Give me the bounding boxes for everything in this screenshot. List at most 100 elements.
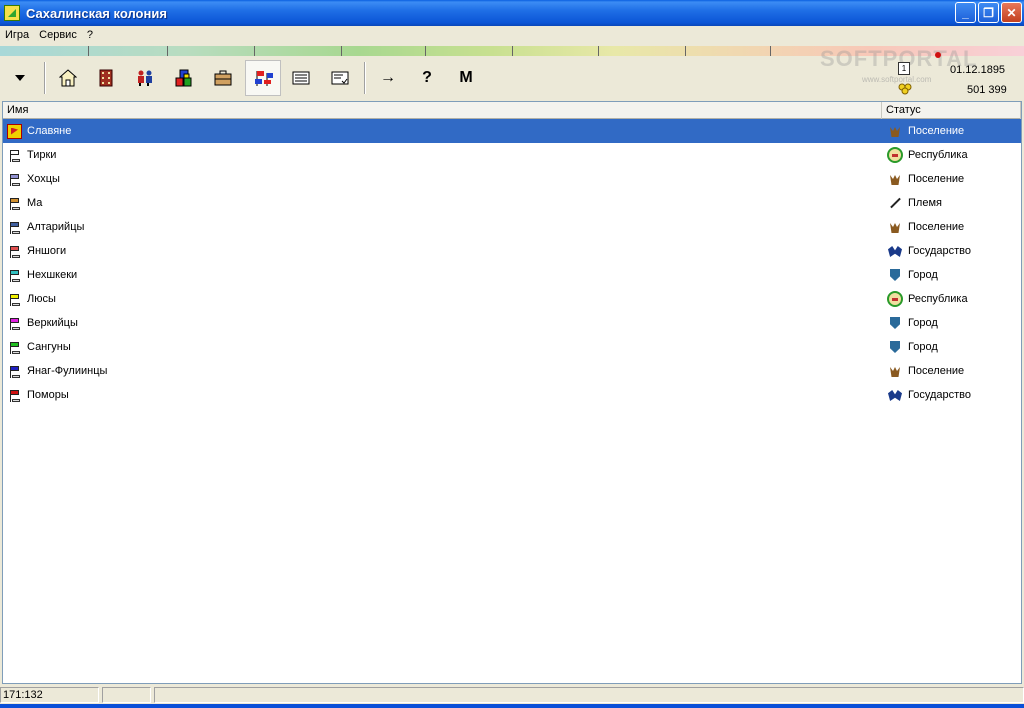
status-cell: Город [882, 339, 1021, 355]
status-cell: Поселение [882, 219, 1021, 235]
nations-list[interactable]: Имя Статус Славяне Поселение Тирки Республи… [2, 101, 1022, 684]
nation-flag-icon [7, 148, 22, 163]
nation-flag-icon [7, 388, 22, 403]
republic-icon [887, 291, 903, 307]
list-header: Имя Статус [3, 102, 1021, 119]
building-button[interactable] [88, 60, 124, 96]
maximize-button[interactable]: ❐ [978, 2, 999, 23]
nation-status: Город [908, 317, 938, 329]
people-button[interactable] [127, 60, 163, 96]
nation-name: Ма [27, 197, 43, 209]
window-controls: _ ❐ ✕ [955, 2, 1022, 23]
table-row[interactable]: Поморы Государство [3, 383, 1021, 407]
column-header-status[interactable]: Статус [882, 102, 1021, 119]
settlement-icon [887, 363, 903, 379]
nation-flag-icon [7, 268, 22, 283]
tribe-icon [887, 195, 903, 211]
nation-name: Поморы [27, 389, 69, 401]
document-icon [331, 71, 349, 85]
status-cell: Поселение [882, 123, 1021, 139]
nation-status: Город [908, 269, 938, 281]
strip-tick [685, 46, 686, 56]
map-button[interactable]: M [448, 60, 484, 96]
state-icon [887, 387, 903, 403]
close-button[interactable]: ✕ [1001, 2, 1022, 23]
nation-status: Государство [908, 245, 972, 257]
status-cell: Поселение [882, 171, 1021, 187]
table-row[interactable]: Люсы Республика [3, 287, 1021, 311]
resources-icon [175, 69, 192, 87]
nation-status: Республика [908, 293, 968, 305]
nation-status: Поселение [908, 125, 965, 137]
table-row[interactable]: Славяне Поселение [3, 119, 1021, 143]
name-cell: Нехшкеки [3, 268, 882, 283]
nation-name: Сангуны [27, 341, 71, 353]
nation-status: Республика [908, 149, 968, 161]
status-bar: 171:132 [0, 686, 1024, 704]
briefcase-icon [214, 70, 232, 86]
table-row[interactable]: Хохцы Поселение [3, 167, 1021, 191]
table-row[interactable]: Янаг-Фулиинцы Поселение [3, 359, 1021, 383]
city-icon [887, 267, 903, 283]
nation-name: Люсы [27, 293, 56, 305]
table-row[interactable]: Веркийцы Город [3, 311, 1021, 335]
table-row[interactable]: Тирки Республика [3, 143, 1021, 167]
status-cell: Государство [882, 243, 1021, 259]
table-row[interactable]: Яншоги Государство [3, 239, 1021, 263]
name-cell: Люсы [3, 292, 882, 307]
document-button[interactable] [322, 60, 358, 96]
briefcase-button[interactable] [205, 60, 241, 96]
nation-status: Поселение [908, 221, 965, 233]
republic-icon [887, 147, 903, 163]
status-cell: Республика [882, 147, 1021, 163]
status-cell: Государство [882, 387, 1021, 403]
status-cell: Город [882, 267, 1021, 283]
nation-name: Тирки [27, 149, 57, 161]
nations-button[interactable] [245, 60, 281, 96]
nation-name: Хохцы [27, 173, 60, 185]
next-turn-button[interactable]: → [370, 60, 406, 96]
taskbar-edge [0, 704, 1024, 708]
home-button[interactable] [50, 60, 86, 96]
status-cell: Поселение [882, 363, 1021, 379]
nations-flags-icon [255, 71, 273, 86]
menu-bar: Игра Сервис ? [0, 26, 1024, 44]
coins-icon [898, 83, 912, 95]
map-m-icon: M [459, 69, 473, 86]
column-header-name[interactable]: Имя [3, 102, 882, 119]
strip-tick [425, 46, 426, 56]
table-row[interactable]: Алтарийцы Поселение [3, 215, 1021, 239]
nation-flag-icon [7, 340, 22, 355]
name-cell: Сангуны [3, 340, 882, 355]
nation-name: Нехшкеки [27, 269, 78, 281]
settlement-icon [887, 171, 903, 187]
menu-service[interactable]: Сервис [34, 29, 82, 41]
help-button[interactable]: ? [409, 60, 445, 96]
table-row[interactable]: Сангуны Город [3, 335, 1021, 359]
list-button[interactable] [283, 60, 319, 96]
people-icon [138, 70, 152, 86]
name-cell: Яншоги [3, 244, 882, 259]
minimize-button[interactable]: _ [955, 2, 976, 23]
money-amount: 501 399 [967, 84, 1007, 96]
game-date: 01.12.1895 [950, 64, 1006, 76]
strip-tick [598, 46, 599, 56]
city-icon [887, 339, 903, 355]
status-coords: 171:132 [0, 687, 99, 703]
calendar-icon: 1 [898, 62, 910, 75]
status-cell: Племя [882, 195, 1021, 211]
menu-help[interactable]: ? [82, 29, 98, 41]
list-rows: Славяне Поселение Тирки Республика Хохцы Посе… [3, 119, 1021, 407]
table-row[interactable]: Нехшкеки Город [3, 263, 1021, 287]
nation-name: Веркийцы [27, 317, 78, 329]
table-row[interactable]: Ма Племя [3, 191, 1021, 215]
nation-name: Янаг-Фулиинцы [27, 365, 108, 377]
resources-button[interactable] [166, 60, 202, 96]
name-cell: Хохцы [3, 172, 882, 187]
menu-game[interactable]: Игра [0, 29, 34, 41]
name-cell: Тирки [3, 148, 882, 163]
nation-name: Яншоги [27, 245, 67, 257]
dropdown-button[interactable] [2, 60, 38, 96]
dropdown-arrow-icon [15, 75, 25, 81]
nation-status: Город [908, 341, 938, 353]
